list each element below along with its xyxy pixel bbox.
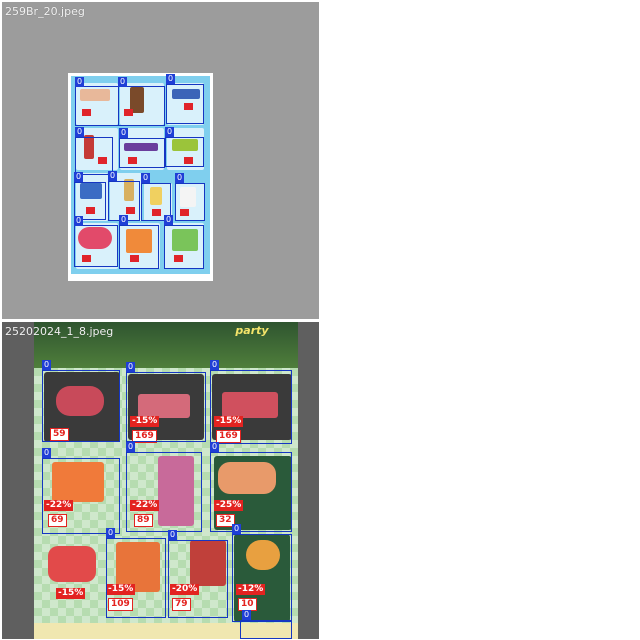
detection-box[interactable]	[165, 137, 204, 167]
image-tile-2[interactable]: party 59 -15% 169 -15% 169 -22% 69 -22% …	[2, 322, 319, 639]
detection-label: 0	[164, 215, 173, 225]
detection-label: 0	[74, 172, 83, 182]
detection-box[interactable]	[119, 138, 165, 168]
detection-box[interactable]	[42, 458, 120, 534]
detection-label: 0	[210, 360, 219, 370]
detection-label: 0	[141, 173, 150, 183]
detection-label: 0	[232, 524, 241, 534]
detection-box[interactable]	[240, 620, 292, 639]
detection-label: 0	[75, 77, 84, 87]
detection-label: 0	[175, 173, 184, 183]
detection-box[interactable]	[168, 540, 228, 618]
detection-label: 0	[42, 360, 51, 370]
detection-label: 0	[168, 530, 177, 540]
detection-label: 0	[126, 442, 135, 452]
image-tile-1[interactable]: 259Br_20.jpeg 0 0 0 0 0 0 0 0 0 0 0 0 0	[2, 2, 319, 319]
leaflet-page: party 59 -15% 169 -15% 169 -22% 69 -22% …	[34, 322, 298, 639]
detection-label: 0	[126, 362, 135, 372]
detection-box[interactable]	[75, 137, 113, 175]
detection-box[interactable]	[74, 225, 118, 267]
detection-label: 0	[108, 171, 117, 181]
tile-filename: 25202024_1_8.jpeg	[5, 325, 114, 338]
detection-box[interactable]	[75, 86, 119, 126]
detection-box[interactable]	[126, 372, 206, 442]
detection-box[interactable]	[166, 84, 204, 124]
detection-label: 0	[119, 128, 128, 138]
detection-label: 0	[118, 77, 127, 87]
product-image	[48, 546, 96, 582]
detection-box[interactable]	[119, 225, 159, 269]
detection-label: 0	[242, 610, 251, 620]
detection-label: 0	[42, 448, 51, 458]
detection-box[interactable]	[106, 538, 166, 618]
detection-label: 0	[166, 74, 175, 84]
leaflet-header-title: party	[235, 324, 269, 337]
detection-label: 0	[75, 127, 84, 137]
detection-box[interactable]	[118, 86, 165, 126]
leaflet-page: 0 0 0 0 0 0 0 0 0 0 0 0 0	[68, 73, 213, 281]
detection-label: 0	[210, 442, 219, 452]
detection-box[interactable]	[210, 452, 292, 532]
detection-box[interactable]	[210, 370, 292, 444]
detection-box[interactable]	[74, 182, 106, 220]
discount-badge: -15%	[56, 588, 86, 599]
detection-box[interactable]	[175, 183, 205, 221]
detection-label: 0	[119, 215, 128, 225]
detection-box[interactable]	[42, 370, 120, 442]
detection-box[interactable]	[164, 225, 204, 269]
detection-box[interactable]	[232, 534, 292, 622]
detection-label: 0	[74, 216, 83, 226]
detection-box[interactable]	[126, 452, 202, 532]
detection-label: 0	[106, 528, 115, 538]
detection-label: 0	[165, 127, 174, 137]
tile-filename: 259Br_20.jpeg	[5, 5, 85, 18]
